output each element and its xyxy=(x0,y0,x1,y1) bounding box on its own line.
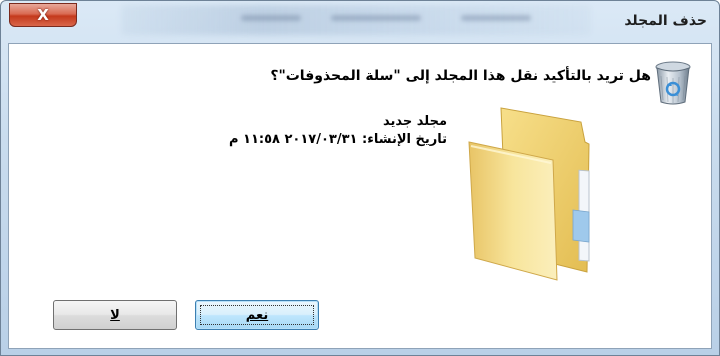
blurred-background-text xyxy=(331,15,421,21)
blurred-background-text xyxy=(461,15,531,21)
confirmation-question: هل تريد بالتأكيد نقل هذا المجلد إلى "سلة… xyxy=(270,68,651,84)
yes-button[interactable]: نعم xyxy=(195,300,319,330)
no-button-label: لا xyxy=(110,307,120,323)
window-title: حذف المجلد xyxy=(624,13,707,29)
dialog-content: هل تريد بالتأكيد نقل هذا المجلد إلى "سلة… xyxy=(8,43,712,349)
close-button[interactable]: X xyxy=(9,3,77,27)
delete-folder-dialog: X حذف المجلد هل تريد بالتأكيد نقل هذا ال… xyxy=(0,0,720,356)
item-created-date: تاريخ الإنشاء: ٢٠١٧/٠٣/٣١ ١١:٥٨ م xyxy=(228,132,447,147)
close-icon: X xyxy=(37,6,49,24)
recycle-bin-icon xyxy=(655,61,691,105)
item-name: مجلد جديد xyxy=(382,114,447,129)
focus-rectangle xyxy=(200,305,314,325)
blurred-background-text xyxy=(241,15,301,21)
no-button[interactable]: لا xyxy=(53,300,177,330)
folder-icon xyxy=(468,107,590,281)
title-bar[interactable]: X حذف المجلد xyxy=(1,1,719,43)
